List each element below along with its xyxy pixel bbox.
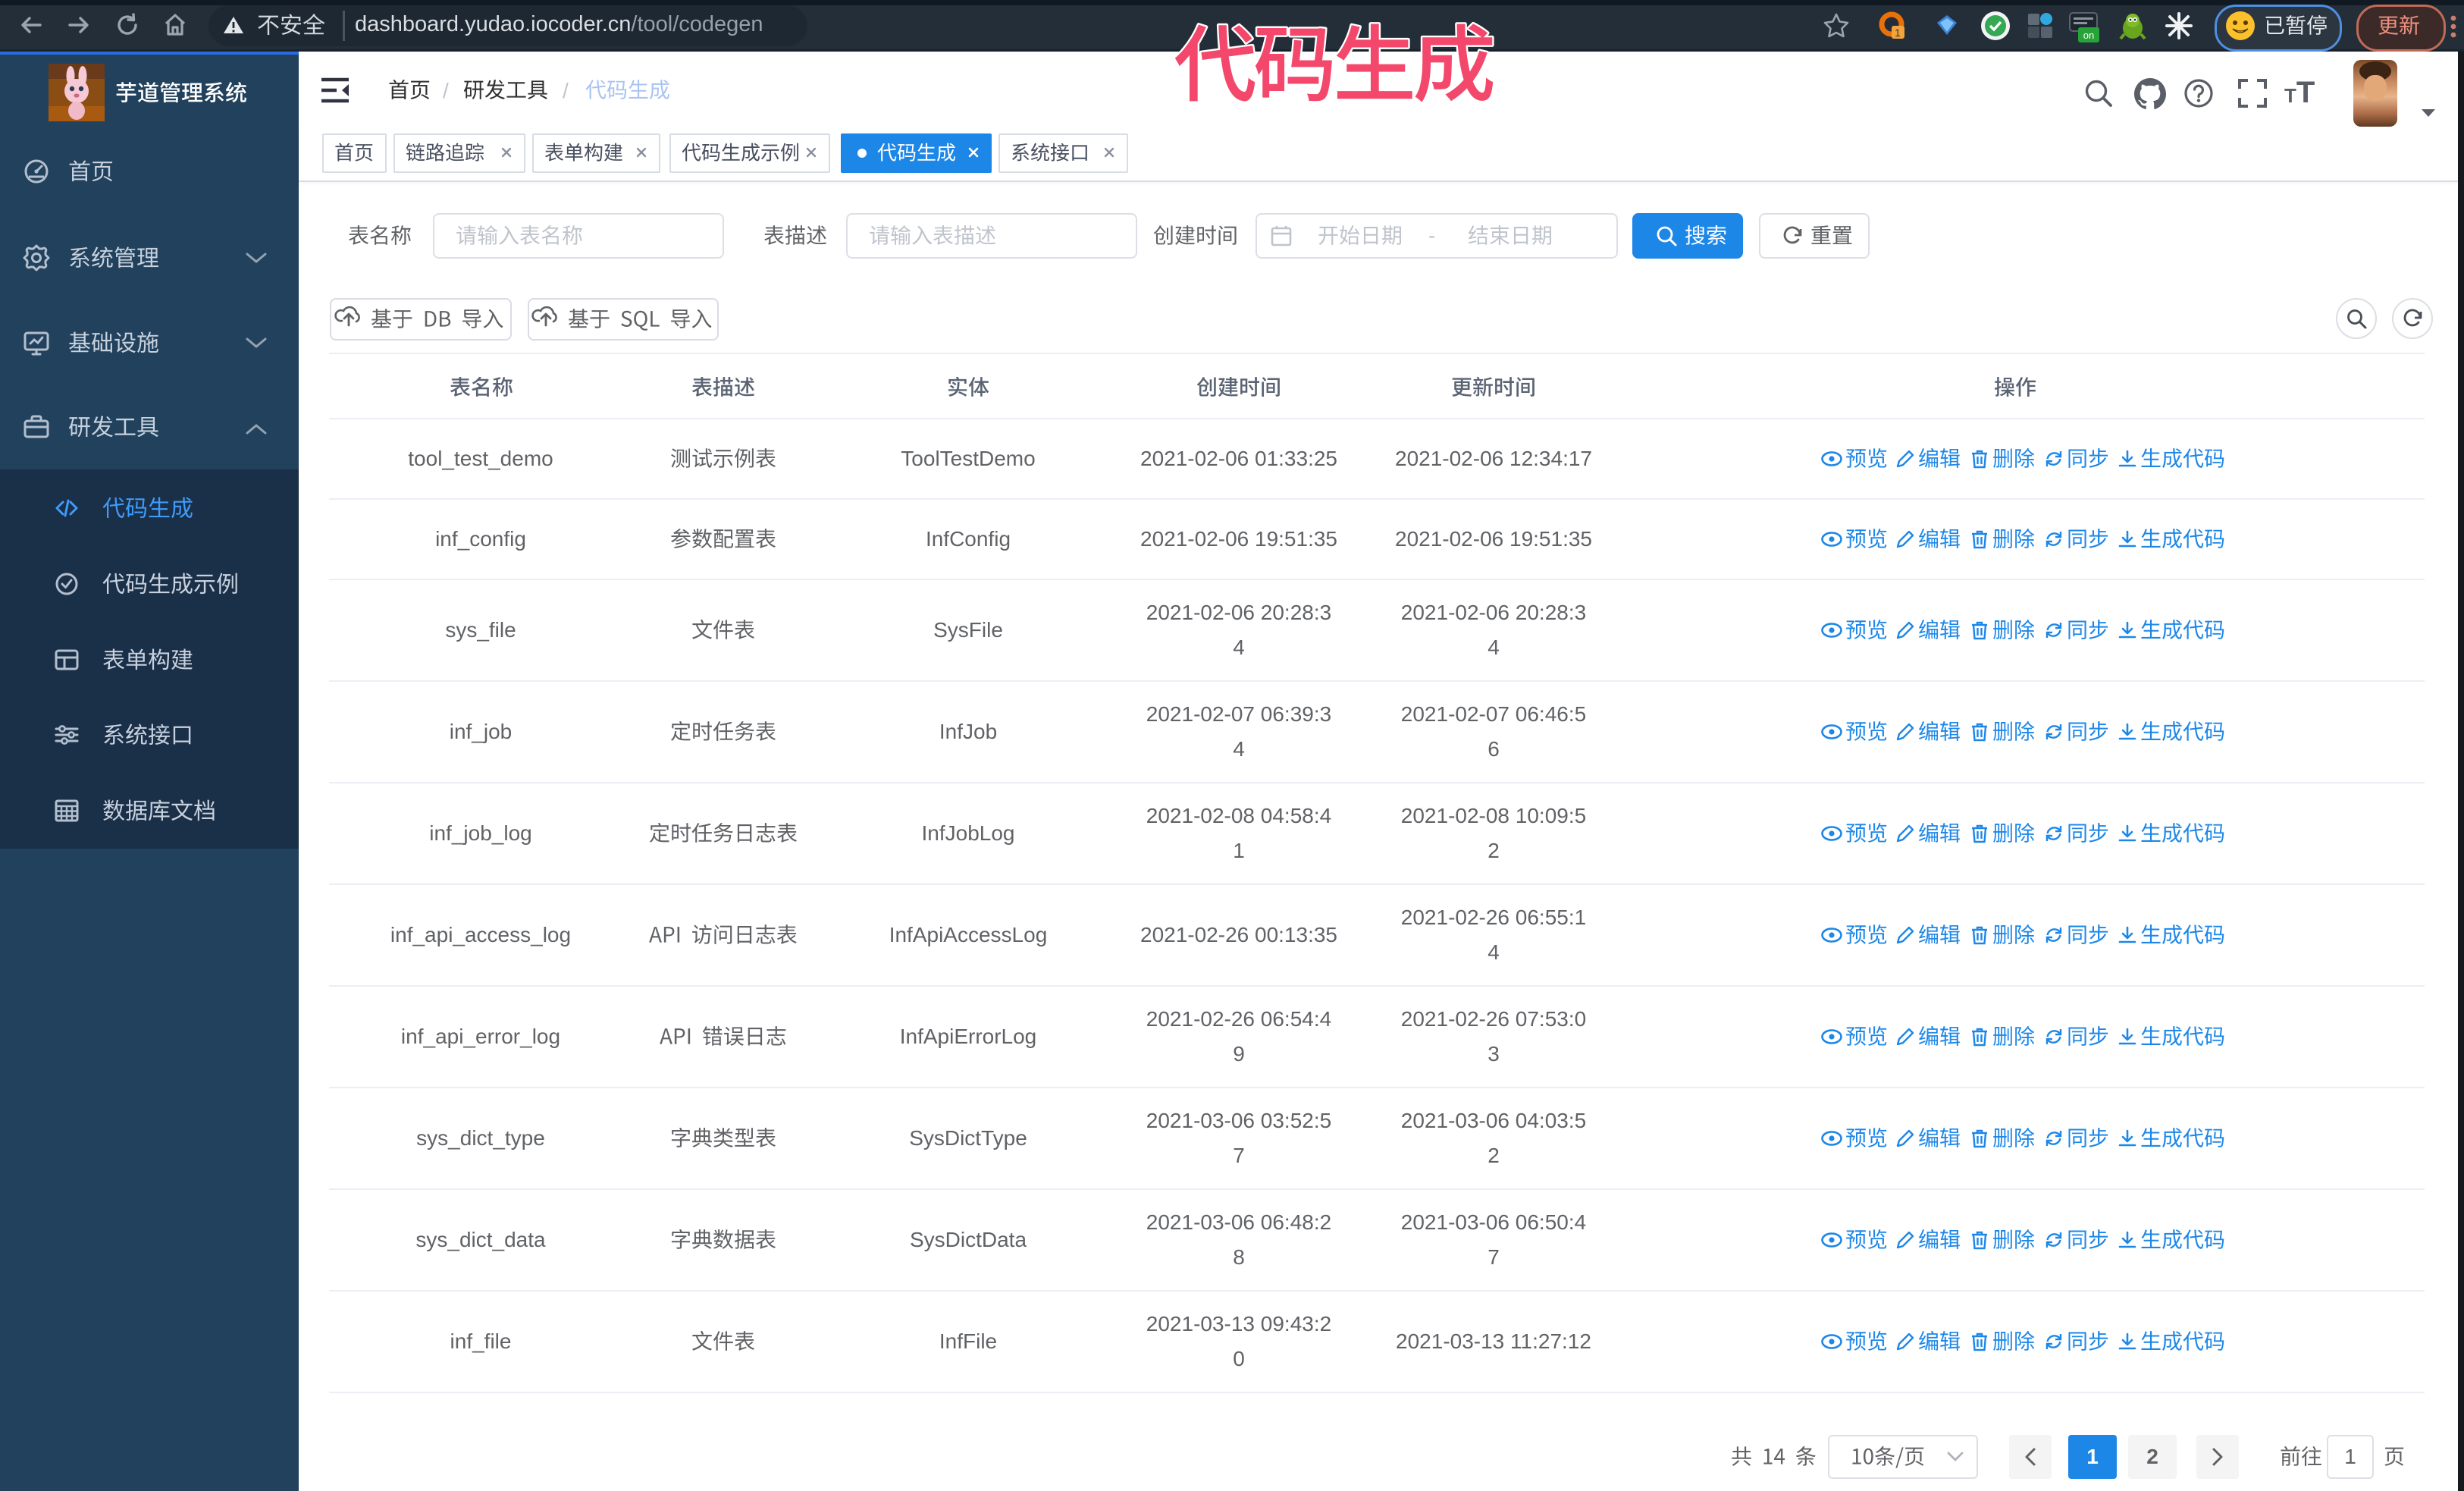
svg-text:on: on (2083, 30, 2094, 41)
svg-text:1: 1 (1895, 27, 1901, 39)
